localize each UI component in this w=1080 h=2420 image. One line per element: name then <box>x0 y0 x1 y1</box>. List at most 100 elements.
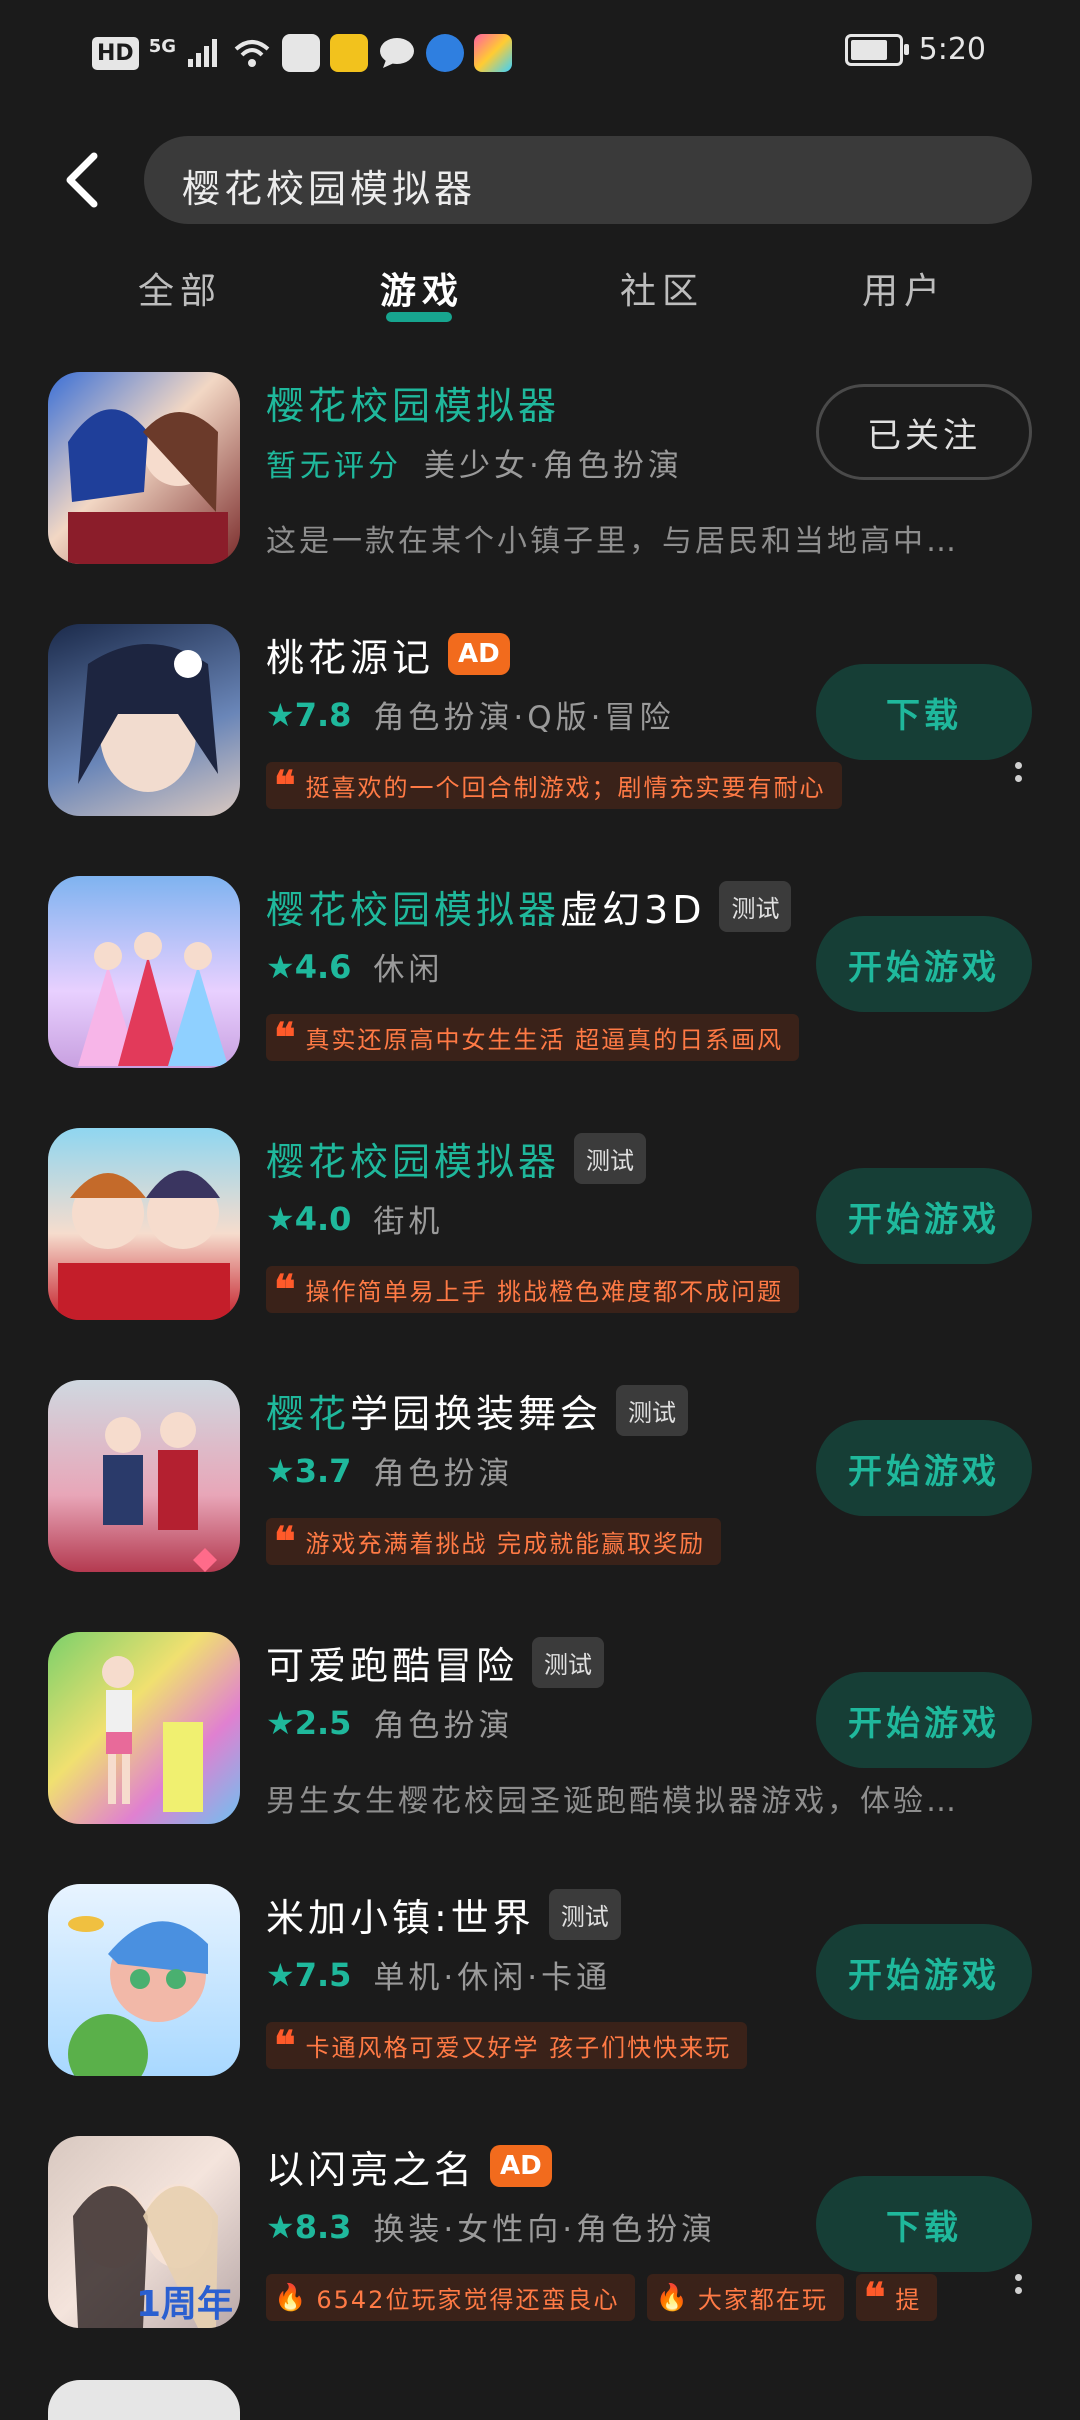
game-title: 可爱跑酷冒险 <box>266 1643 519 1688</box>
more-options-icon[interactable] <box>1012 762 1024 792</box>
star-icon: ★ <box>266 695 295 734</box>
list-item[interactable]: 樱花学园换装舞会 测试 ★3.7 角色扮演 ❝ 游戏充满着挑战 完成就能赢取奖励 … <box>0 1368 1080 1598</box>
start-game-button[interactable]: 开始游戏 <box>816 1924 1032 2020</box>
more-options-icon[interactable] <box>1012 2274 1024 2304</box>
download-button[interactable]: 下载 <box>816 2176 1032 2272</box>
tab-games[interactable]: 游戏 <box>380 262 464 314</box>
title-line: 米加小镇:世界 测试 <box>266 1888 621 1940</box>
quote-text: 提 <box>895 2286 922 2314</box>
rating: ★3.7 <box>266 1452 351 1490</box>
start-game-button[interactable]: 开始游戏 <box>816 1420 1032 1516</box>
start-game-button[interactable]: 开始游戏 <box>816 916 1032 1012</box>
rating-value: 2.5 <box>294 1703 352 1742</box>
review-quote: 🔥 6542位玩家觉得还蛮良心 <box>266 2274 636 2321</box>
title-line: 樱花校园模拟器 <box>266 376 560 428</box>
back-arrow-icon[interactable] <box>56 150 116 210</box>
test-badge: 测试 <box>574 1132 647 1184</box>
review-quote: 🔥 大家都在玩 <box>647 2274 844 2321</box>
quote-text: 游戏充满着挑战 完成就能赢取奖励 <box>305 1530 706 1558</box>
list-item[interactable]: 1周年 以闪亮之名 AD ★8.3 换装·女性向·角色扮演 🔥 6542位玩家觉得… <box>0 2124 1080 2354</box>
game-title: 樱花校园模拟器 <box>266 383 561 428</box>
star-icon: ★ <box>266 2207 295 2246</box>
rating-value: 4.6 <box>294 947 352 986</box>
game-title: 米加小镇:世界 <box>266 1895 535 1940</box>
game-title: 桃花源记 <box>266 635 435 680</box>
game-tags: 街机 <box>373 1204 444 1240</box>
rating-value: 7.8 <box>294 695 352 734</box>
game-icon <box>48 1884 240 2076</box>
network-type: 5G <box>148 35 176 57</box>
hd-indicator: HD <box>92 36 139 70</box>
chat-icon <box>380 38 414 68</box>
list-item[interactable]: 可爱跑酷冒险 测试 ★2.5 角色扮演 男生女生樱花校园圣诞跑酷模拟器游戏，体验… <box>0 1620 1080 1850</box>
star-icon: ★ <box>266 947 295 986</box>
rating-value: 3.7 <box>294 1451 352 1490</box>
tab-users[interactable]: 用户 <box>862 262 946 314</box>
followed-button[interactable]: 已关注 <box>816 384 1032 480</box>
rating-value: 8.3 <box>294 2207 352 2246</box>
game-icon <box>48 1632 240 1824</box>
game-description: 这是一款在某个小镇子里，与居民和当地高中… <box>266 524 959 559</box>
quote-line: ❝ 游戏充满着挑战 完成就能赢取奖励 <box>266 1518 722 1565</box>
title-line: 樱花校园模拟器 测试 <box>266 1132 647 1184</box>
meta-line: ★7.5 单机·休闲·卡通 <box>266 1952 611 1997</box>
game-tags: 休闲 <box>373 952 444 988</box>
game-tags: 单机·休闲·卡通 <box>373 1960 612 1996</box>
signal-icon <box>188 39 217 67</box>
game-tags: 换装·女性向·角色扮演 <box>373 2212 717 2248</box>
quote-line: ❝ 操作简单易上手 挑战橙色难度都不成问题 <box>266 1266 800 1313</box>
game-icon <box>48 876 240 1068</box>
review-quote: ❝ 提 <box>855 2274 938 2321</box>
next-game-icon-peek <box>48 2380 240 2420</box>
quote-text: 大家都在玩 <box>697 2286 828 2314</box>
list-item[interactable]: 樱花校园模拟器 测试 ★4.0 街机 ❝ 操作简单易上手 挑战橙色难度都不成问题 … <box>0 1116 1080 1346</box>
list-item[interactable]: 樱花校园模拟器虚幻3D 测试 ★4.6 休闲 ❝ 真实还原高中女生生活 超逼真的日… <box>0 864 1080 1094</box>
search-input[interactable]: 樱花校园模拟器 <box>144 136 1032 224</box>
star-icon: ★ <box>266 1451 295 1490</box>
quote-icon: ❝ <box>274 2021 298 2069</box>
title-line: 可爱跑酷冒险 测试 <box>266 1636 605 1688</box>
game-tags: 角色扮演 <box>373 1456 514 1492</box>
game-tags: 美少女·角色扮演 <box>424 448 683 484</box>
list-item[interactable]: 米加小镇:世界 测试 ★7.5 单机·休闲·卡通 ❝ 卡通风格可爱又好学 孩子们快… <box>0 1872 1080 2102</box>
tab-all[interactable]: 全部 <box>138 262 222 314</box>
game-tags: 角色扮演 <box>373 1708 514 1744</box>
list-item[interactable]: 樱花校园模拟器 暂无评分 美少女·角色扮演 这是一款在某个小镇子里，与居民和当地… <box>0 360 1080 590</box>
quote-line: ❝ 挺喜欢的一个回合制游戏；剧情充实要有耐心 <box>266 762 842 809</box>
title-highlight: 樱花 <box>266 1391 351 1436</box>
review-quote: ❝ 卡通风格可爱又好学 孩子们快快来玩 <box>266 2021 748 2069</box>
tab-community[interactable]: 社区 <box>620 262 704 314</box>
list-item[interactable]: 桃花源记 AD ★7.8 角色扮演·Q版·冒险 ❝ 挺喜欢的一个回合制游戏；剧情充… <box>0 612 1080 842</box>
star-icon: ★ <box>266 1199 295 1238</box>
title-line: 樱花校园模拟器虚幻3D 测试 <box>266 880 792 932</box>
review-quote: ❝ 操作简单易上手 挑战橙色难度都不成问题 <box>266 1266 800 1313</box>
search-query: 樱花校园模拟器 <box>182 167 477 211</box>
game-icon <box>48 372 240 564</box>
rating-value: 4.0 <box>294 1199 352 1238</box>
review-quote: ❝ 真实还原高中女生生活 超逼真的日系画风 <box>266 1014 800 1061</box>
start-game-button[interactable]: 开始游戏 <box>816 1672 1032 1768</box>
meta-line: ★7.8 角色扮演·Q版·冒险 <box>266 692 674 737</box>
game-icon <box>48 624 240 816</box>
rating-value: 7.5 <box>294 1955 352 1994</box>
rating: ★7.5 <box>266 1956 351 1994</box>
game-title: 樱花校园模拟器 <box>266 1139 561 1184</box>
quote-line: 🔥 6542位玩家觉得还蛮良心 🔥 大家都在玩 ❝ 提 <box>266 2274 1006 2321</box>
test-badge: 测试 <box>616 1384 689 1436</box>
quote-icon: ❝ <box>863 2274 888 2321</box>
download-button[interactable]: 下载 <box>816 664 1032 760</box>
start-game-button[interactable]: 开始游戏 <box>816 1168 1032 1264</box>
game-icon: 1周年 <box>48 2136 240 2328</box>
rating: ★2.5 <box>266 1704 351 1742</box>
meta-line: ★8.3 换装·女性向·角色扮演 <box>266 2204 716 2249</box>
quote-text: 6542位玩家觉得还蛮良心 <box>316 2286 620 2314</box>
status-icons: HD 5G <box>92 34 512 72</box>
quote-text: 真实还原高中女生生活 超逼真的日系画风 <box>305 1026 784 1054</box>
app-icon <box>474 34 512 72</box>
game-icon <box>48 1380 240 1572</box>
status-bar: HD 5G 5:20 <box>0 0 1080 110</box>
anniversary-logo: 1周年 <box>136 2284 233 2325</box>
test-badge: 测试 <box>548 1888 621 1940</box>
review-quote: ❝ 挺喜欢的一个回合制游戏；剧情充实要有耐心 <box>266 762 842 809</box>
meta-line: ★4.0 街机 <box>266 1196 443 1241</box>
